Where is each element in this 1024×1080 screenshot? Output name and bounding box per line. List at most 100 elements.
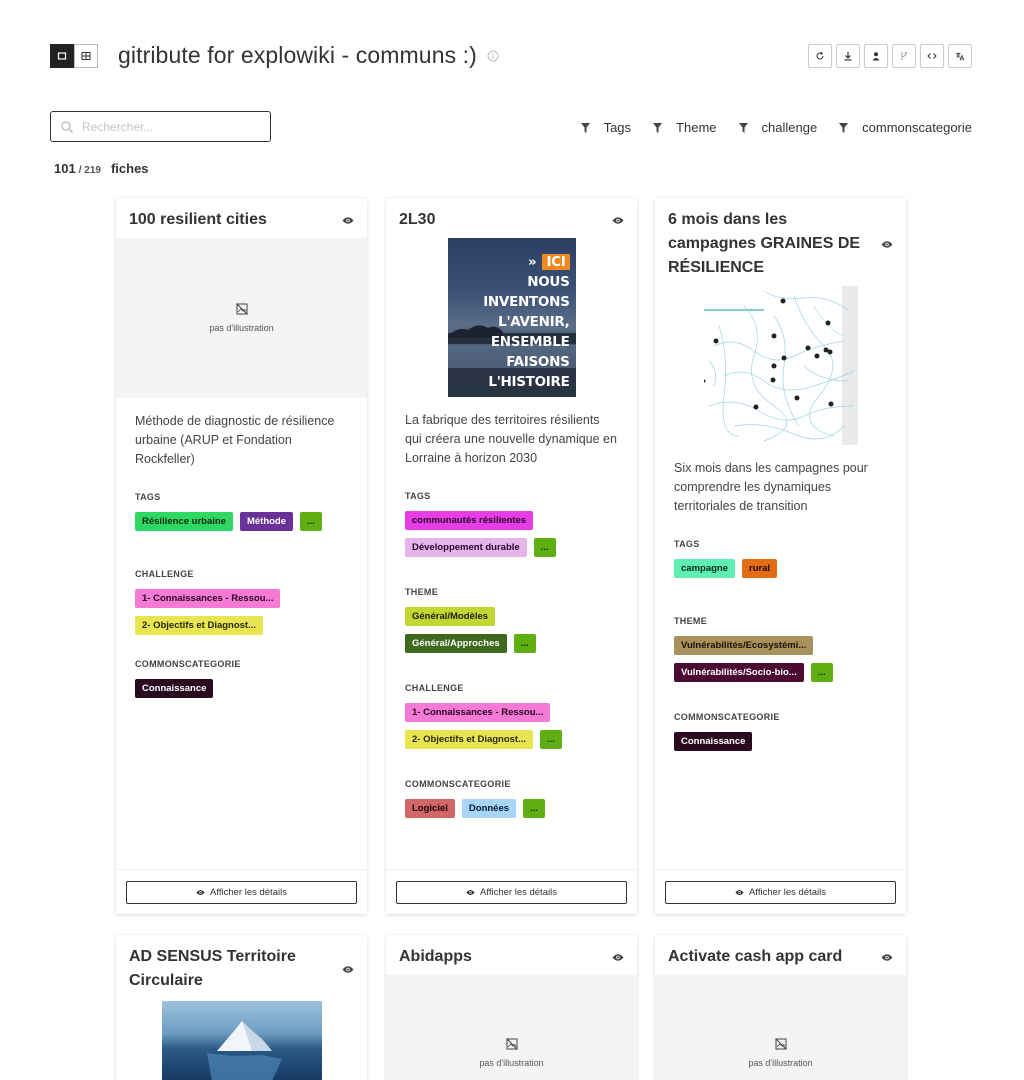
section-label-tags: TAGS (405, 491, 431, 501)
tag[interactable]: Général/Modèles (405, 607, 496, 626)
search-box (50, 111, 271, 142)
reload-button[interactable] (808, 44, 832, 68)
card-header: 2L30 (386, 198, 637, 232)
code-button[interactable] (920, 44, 944, 68)
tag[interactable]: rural (742, 559, 778, 578)
details-button[interactable]: Afficher les détails (126, 880, 357, 904)
tag[interactable]: Méthode (239, 512, 294, 531)
filter-icon (653, 122, 663, 133)
no-image-label: pas d'illustration (748, 1058, 813, 1068)
eye-icon[interactable] (612, 953, 624, 962)
filter-tags[interactable]: Tags (580, 120, 632, 135)
tag-list: Connaissance (116, 679, 367, 698)
poster-line: ICI (542, 254, 570, 270)
tag[interactable]: campagne (674, 559, 735, 578)
filter-challenge[interactable]: challenge (738, 120, 818, 135)
section-label-commonscategorie: COMMONSCATEGORIE (405, 779, 511, 789)
git-branch-button[interactable] (892, 44, 916, 68)
card-footer: Afficher les détails (655, 869, 906, 914)
more-tags[interactable]: ... (300, 512, 322, 531)
tag-list: 1- Connaissances - Ressou... (116, 589, 367, 608)
more-tags[interactable]: ... (533, 538, 556, 557)
no-image-icon (505, 1038, 518, 1050)
card-title: 6 mois dans les campagnes GRAINES DE RÉS… (668, 211, 861, 276)
no-image-icon (235, 303, 248, 315)
more-tags[interactable]: ... (523, 799, 545, 818)
card: AD SENSUS Territoire Circulaire (116, 935, 367, 1080)
translate-button[interactable] (948, 44, 972, 68)
tag[interactable]: Vulnérabilités/Socio-bio... (674, 663, 804, 682)
table-view-icon (81, 52, 91, 60)
header-actions (808, 44, 972, 68)
section-label-theme: THEME (405, 587, 438, 597)
card-description: Six mois dans les campagnes pour compren… (674, 461, 868, 513)
section-label-commonscategorie: COMMONSCATEGORIE (135, 659, 241, 669)
tag-list: campagne rural (655, 559, 906, 578)
card-footer: Afficher les détails (116, 869, 367, 914)
tag-list: Général/Approches ... (386, 634, 637, 653)
card-image (161, 1001, 322, 1080)
tag[interactable]: Résilience urbaine (135, 512, 233, 531)
tag-list: Logiciel Données ... (386, 799, 637, 818)
section-label-tags: TAGS (135, 492, 161, 502)
card-title: 100 resilient cities (129, 211, 267, 228)
no-image-placeholder: pas d'illustration (116, 238, 367, 398)
git-branch-icon (901, 52, 907, 60)
tag[interactable]: Logiciel (405, 799, 455, 818)
tag-list: 2- Objectifs et Diagnost... ... (386, 730, 637, 749)
card-description: La fabrique des territoires résilients q… (405, 413, 617, 465)
eye-icon[interactable] (612, 216, 624, 225)
tag[interactable]: Vulnérabilités/Ecosystémi... (674, 636, 814, 655)
tag[interactable]: Connaissance (135, 679, 214, 698)
card-image (703, 286, 858, 445)
section-label-tags: TAGS (674, 539, 700, 549)
tag-list: Général/Modèles (386, 607, 637, 626)
user-button[interactable] (864, 44, 888, 68)
tag-list: 1- Connaissances - Ressou... (386, 703, 637, 722)
tag[interactable]: Développement durable (405, 538, 527, 557)
card-header: 6 mois dans les campagnes GRAINES DE RÉS… (655, 198, 906, 280)
search-icon (61, 120, 74, 133)
info-icon[interactable] (487, 50, 499, 62)
tag-list: 2- Objectifs et Diagnost... (116, 616, 367, 635)
tag[interactable]: 1- Connaissances - Ressou... (135, 589, 281, 608)
more-tags[interactable]: ... (540, 730, 562, 749)
poster-line: ENSEMBLE (490, 334, 570, 350)
eye-icon (196, 889, 205, 895)
tag-list: Vulnérabilités/Ecosystémi... (655, 636, 906, 655)
no-image-label: pas d'illustration (209, 323, 274, 333)
download-button[interactable] (836, 44, 860, 68)
poster-line: FAISONS (506, 354, 570, 370)
tag[interactable]: Données (461, 799, 517, 818)
details-button[interactable]: Afficher les détails (396, 880, 627, 904)
tag[interactable]: Général/Approches (405, 634, 507, 653)
cards-view-button[interactable] (50, 44, 74, 68)
filter-theme[interactable]: Theme (653, 120, 717, 135)
tag[interactable]: communautés résilientes (405, 511, 534, 530)
more-tags[interactable]: ... (810, 663, 833, 682)
table-view-button[interactable] (74, 44, 98, 68)
filter-label: challenge (761, 120, 818, 135)
tag[interactable]: 2- Objectifs et Diagnost... (135, 616, 264, 635)
eye-icon[interactable] (342, 216, 354, 225)
eye-icon[interactable] (881, 953, 893, 962)
card: 6 mois dans les campagnes GRAINES DE RÉS… (655, 198, 906, 914)
section-label-challenge: CHALLENGE (405, 683, 464, 693)
no-image-placeholder: pas d'illustration (655, 975, 906, 1080)
card-title: Abidapps (399, 948, 472, 965)
eye-icon[interactable] (881, 240, 893, 249)
filter-label: Tags (603, 120, 632, 135)
poster-line: L'AVENIR, (498, 314, 570, 330)
details-label: Afficher les détails (210, 886, 287, 898)
more-tags[interactable]: ... (513, 634, 536, 653)
filter-commonscategorie[interactable]: commonscategorie (839, 120, 972, 135)
card: 2L30 » ICI NOUS INVENTONS L'AVENIR, ENSEM… (386, 198, 637, 914)
tag[interactable]: 2- Objectifs et Diagnost... (405, 730, 534, 749)
count-shown: 101 (54, 161, 76, 176)
eye-icon[interactable] (342, 965, 354, 974)
tag[interactable]: 1- Connaissances - Ressou... (405, 703, 551, 722)
filter-icon (839, 122, 849, 133)
details-button[interactable]: Afficher les détails (665, 880, 896, 904)
tag[interactable]: Connaissance (674, 732, 753, 751)
search-input[interactable] (82, 119, 252, 134)
